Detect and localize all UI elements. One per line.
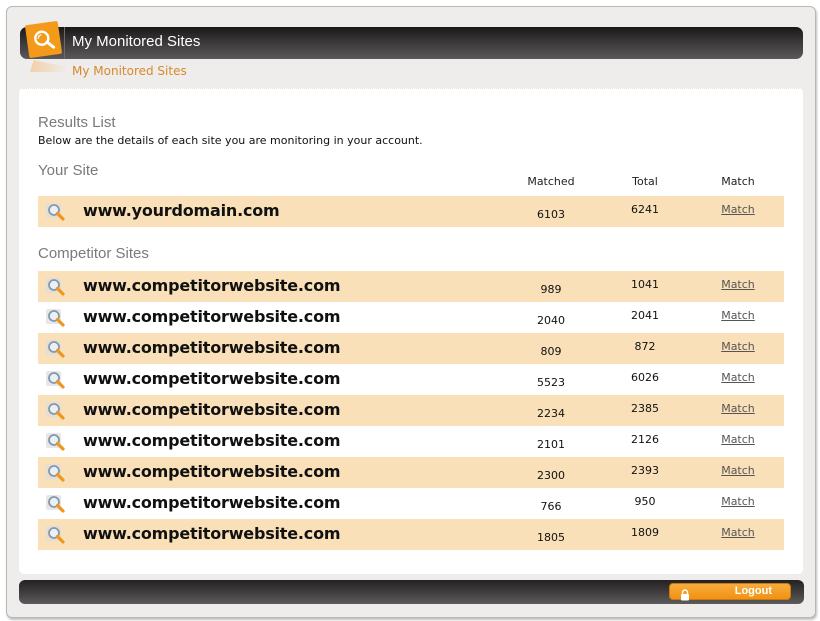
column-header-matched: Matched <box>527 175 575 188</box>
breadcrumb[interactable]: My Monitored Sites <box>72 64 187 78</box>
site-row: www.competitorwebsite.com 1805 1809 Matc… <box>38 519 784 550</box>
column-header-match: Match <box>721 175 755 188</box>
matched-count: 2040 <box>537 314 565 327</box>
total-count: 872 <box>634 340 656 353</box>
site-row: www.competitorwebsite.com 2300 2393 Matc… <box>38 457 784 488</box>
site-url: www.competitorwebsite.com <box>83 493 341 512</box>
total-count: 1041 <box>631 278 659 291</box>
total-count: 2393 <box>631 464 659 477</box>
site-url: www.competitorwebsite.com <box>83 431 341 450</box>
site-url: www.competitorwebsite.com <box>83 338 341 357</box>
site-row: www.competitorwebsite.com 2101 2126 Matc… <box>38 426 784 457</box>
match-link[interactable]: Match <box>698 464 778 477</box>
site-row: www.competitorwebsite.com 809 872 Match <box>38 333 784 364</box>
total-count: 950 <box>634 495 656 508</box>
match-link[interactable]: Match <box>698 340 778 353</box>
matched-count: 989 <box>540 283 562 296</box>
site-row: www.competitorwebsite.com 5523 6026 Matc… <box>38 364 784 395</box>
site-url: www.yourdomain.com <box>83 201 280 220</box>
site-url: www.competitorwebsite.com <box>83 307 341 326</box>
site-magnifier-icon[interactable] <box>45 494 67 514</box>
site-magnifier-icon[interactable] <box>45 202 67 222</box>
your-site-heading: Your Site <box>38 162 99 179</box>
site-magnifier-icon[interactable] <box>45 277 67 297</box>
site-row: www.competitorwebsite.com 989 1041 Match <box>38 271 784 302</box>
matched-count: 2234 <box>537 407 565 420</box>
logout-label: Logout <box>734 585 772 597</box>
site-magnifier-icon[interactable] <box>45 525 67 545</box>
matched-count: 809 <box>540 345 562 358</box>
site-magnifier-icon[interactable] <box>45 432 67 452</box>
matched-count: 2101 <box>537 438 565 451</box>
match-link[interactable]: Match <box>698 495 778 508</box>
match-link[interactable]: Match <box>698 203 778 216</box>
site-url: www.competitorwebsite.com <box>83 524 341 543</box>
total-count: 1809 <box>631 526 659 539</box>
site-row: www.competitorwebsite.com 2234 2385 Matc… <box>38 395 784 426</box>
site-magnifier-icon[interactable] <box>45 308 67 328</box>
match-link[interactable]: Match <box>698 433 778 446</box>
site-url: www.competitorwebsite.com <box>83 276 341 295</box>
matched-count: 6103 <box>537 208 565 221</box>
site-url: www.competitorwebsite.com <box>83 400 341 419</box>
magnifier-icon <box>24 20 63 59</box>
match-link[interactable]: Match <box>698 278 778 291</box>
matched-count: 766 <box>540 500 562 513</box>
match-link[interactable]: Match <box>698 309 778 322</box>
site-magnifier-icon[interactable] <box>45 401 67 421</box>
matched-count: 2300 <box>537 469 565 482</box>
matched-count: 1805 <box>537 531 565 544</box>
site-row: www.competitorwebsite.com 766 950 Match <box>38 488 784 519</box>
match-link[interactable]: Match <box>698 371 778 384</box>
competitor-sites-heading: Competitor Sites <box>38 245 149 262</box>
site-magnifier-icon[interactable] <box>45 370 67 390</box>
site-magnifier-icon[interactable] <box>45 463 67 483</box>
total-count: 2041 <box>631 309 659 322</box>
site-url: www.competitorwebsite.com <box>83 369 341 388</box>
match-link[interactable]: Match <box>698 526 778 539</box>
header-divider <box>64 27 65 59</box>
total-count: 6026 <box>631 371 659 384</box>
column-header-total: Total <box>632 175 658 188</box>
results-title: Results List <box>38 114 116 131</box>
total-count: 6241 <box>631 203 659 216</box>
total-count: 2385 <box>631 402 659 415</box>
logout-button[interactable]: Logout <box>669 583 791 601</box>
site-row: www.yourdomain.com 6103 6241 Match <box>38 196 784 227</box>
lock-icon <box>680 586 690 601</box>
page-title: My Monitored Sites <box>72 33 201 50</box>
site-magnifier-icon[interactable] <box>45 339 67 359</box>
total-count: 2126 <box>631 433 659 446</box>
matched-count: 5523 <box>537 376 565 389</box>
site-url: www.competitorwebsite.com <box>83 462 341 481</box>
site-row: www.competitorwebsite.com 2040 2041 Matc… <box>38 302 784 333</box>
results-description: Below are the details of each site you a… <box>38 134 423 147</box>
match-link[interactable]: Match <box>698 402 778 415</box>
